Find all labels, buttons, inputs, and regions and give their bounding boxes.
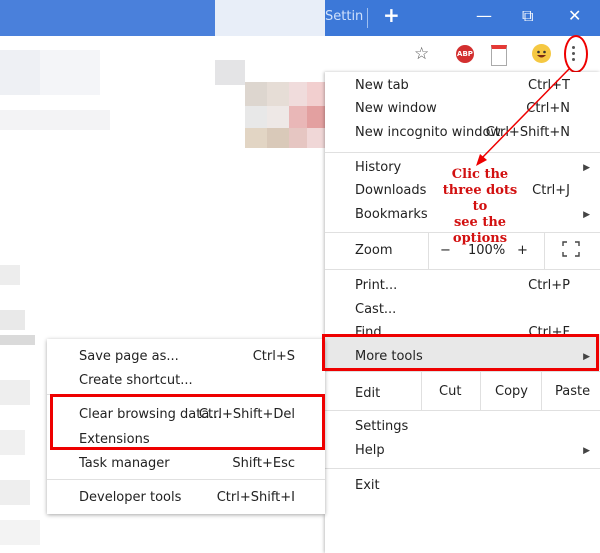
menu-item-exit[interactable]: Exit xyxy=(355,478,380,493)
zoom-label: Zoom xyxy=(355,243,393,258)
menu-item-history[interactable]: History xyxy=(355,160,401,175)
menu-divider xyxy=(325,468,600,469)
tab-settings[interactable]: Settin xyxy=(325,9,363,24)
submenu-item-developer-tools[interactable]: Developer tools xyxy=(79,490,181,505)
annotation-line: options xyxy=(452,231,508,246)
menu-shortcut-find: Ctrl+F xyxy=(528,325,570,334)
more-tools-highlight-box xyxy=(322,334,599,371)
submenu-item-create-shortcut[interactable]: Create shortcut... xyxy=(79,373,193,388)
menu-divider xyxy=(325,410,600,411)
annotation-arrow xyxy=(476,67,571,166)
submenu-shortcut-developer-tools: Ctrl+Shift+I xyxy=(216,490,295,505)
menu-item-cast[interactable]: Cast... xyxy=(355,302,396,317)
submenu-item-task-manager[interactable]: Task manager xyxy=(79,456,170,471)
submenu-arrow-icon: ▶ xyxy=(583,446,590,456)
blurred-page-header-light xyxy=(215,0,325,36)
submenu-shortcut-save-page: Ctrl+S xyxy=(252,349,295,364)
browser-titlebar: Settin + — ⧉ ✕ xyxy=(325,0,600,36)
clear-data-highlight-box xyxy=(50,394,325,450)
minimize-button[interactable]: — xyxy=(476,6,492,25)
new-tab-button[interactable]: + xyxy=(383,3,400,27)
annotation-line: three dots to xyxy=(442,183,518,214)
edit-divider xyxy=(480,372,481,410)
menu-divider xyxy=(325,371,600,372)
tab-divider xyxy=(367,8,368,28)
fullscreen-icon[interactable] xyxy=(562,241,580,261)
zoom-divider xyxy=(544,233,545,269)
annotation-line: Clic the xyxy=(451,167,509,182)
submenu-arrow-icon: ▶ xyxy=(583,163,590,173)
edit-divider xyxy=(421,372,422,410)
submenu-item-save-page[interactable]: Save page as... xyxy=(79,349,179,364)
menu-shortcut-print: Ctrl+P xyxy=(528,278,570,293)
menu-item-settings[interactable]: Settings xyxy=(355,419,408,434)
zoom-divider xyxy=(428,233,429,269)
submenu-shortcut-task-manager: Shift+Esc xyxy=(232,456,295,471)
menu-item-find[interactable]: Find... xyxy=(355,325,394,334)
menu-item-print[interactable]: Print... xyxy=(355,278,397,293)
copy-button[interactable]: Copy xyxy=(495,384,528,399)
menu-item-new-window[interactable]: New window xyxy=(355,101,437,116)
cut-button[interactable]: Cut xyxy=(439,384,461,399)
edit-divider xyxy=(541,372,542,410)
edit-label: Edit xyxy=(355,386,381,401)
menu-divider xyxy=(325,269,600,270)
menu-item-bookmarks[interactable]: Bookmarks xyxy=(355,207,428,222)
menu-item-downloads[interactable]: Downloads xyxy=(355,183,426,198)
bookmark-star-icon[interactable]: ☆ xyxy=(414,44,429,64)
annotation-line: see the xyxy=(453,215,507,230)
menu-divider xyxy=(47,479,325,480)
annotation-note: Clic the three dots to see the options xyxy=(434,167,526,247)
menu-item-new-tab[interactable]: New tab xyxy=(355,78,409,93)
menu-shortcut-downloads: Ctrl+J xyxy=(532,183,570,198)
paste-button[interactable]: Paste xyxy=(555,384,590,399)
restore-button[interactable]: ⧉ xyxy=(522,6,533,26)
submenu-arrow-icon: ▶ xyxy=(583,210,590,220)
menu-item-help[interactable]: Help xyxy=(355,443,385,458)
close-window-button[interactable]: ✕ xyxy=(568,6,581,25)
